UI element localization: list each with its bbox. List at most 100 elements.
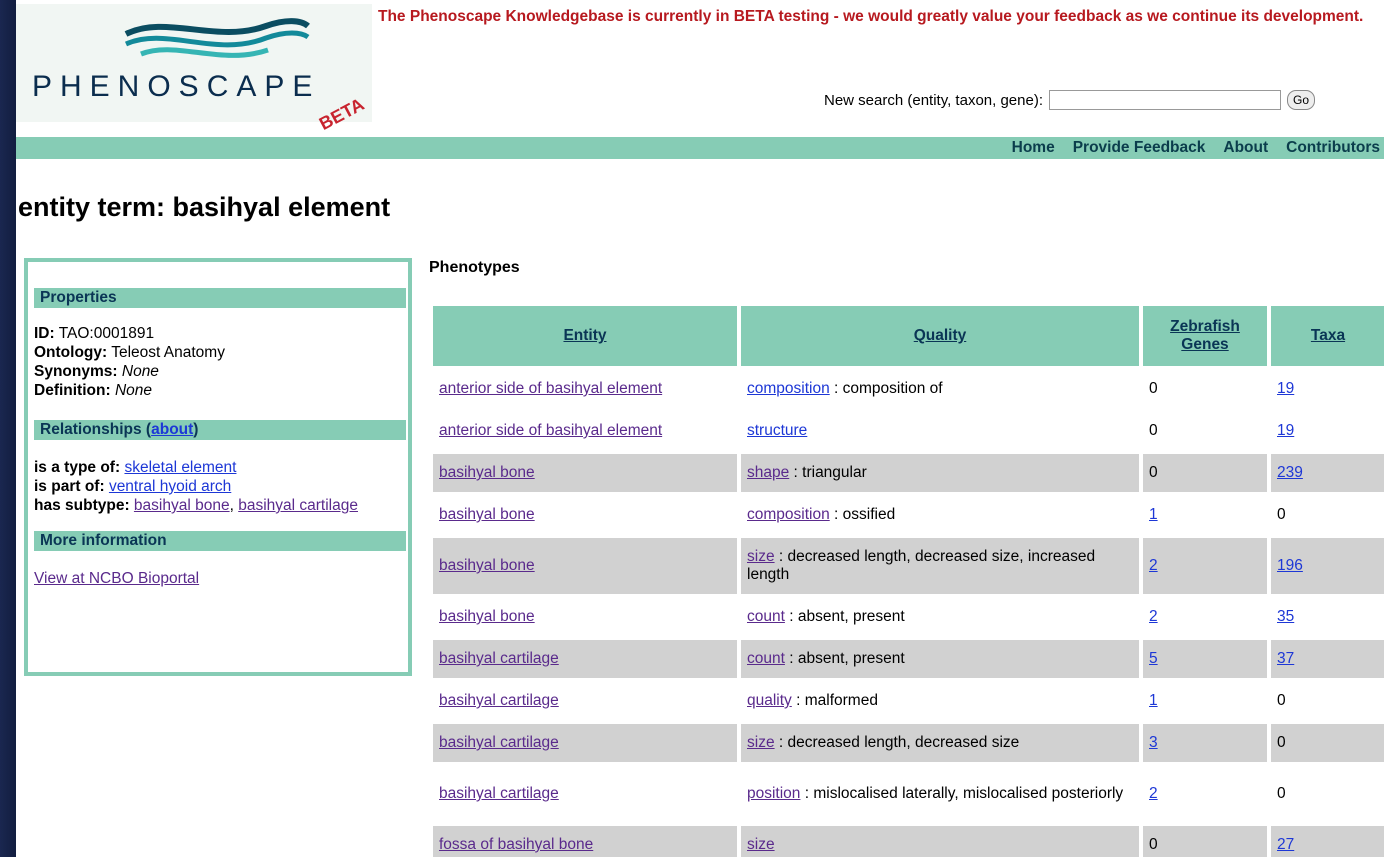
phenoscape-logo[interactable]: PHENOSCAPE BETA xyxy=(16,4,372,134)
basihyal-bone-link[interactable]: basihyal bone xyxy=(134,497,230,514)
table-row: basihyal cartilage quality : malformed 1 0 xyxy=(433,682,1384,720)
browser-page: PHENOSCAPE BETA The Phenoscape Knowledge… xyxy=(16,0,1384,857)
genes-count-link[interactable]: 1 xyxy=(1149,506,1158,523)
search-label: New search (entity, taxon, gene): xyxy=(824,91,1043,109)
genes-count: 0 xyxy=(1149,836,1158,853)
phenotypes-title: Phenotypes xyxy=(429,259,520,276)
search-input[interactable] xyxy=(1049,90,1281,110)
relationships-header: Relationships (about) xyxy=(34,420,406,440)
page-title: entity term: basihyal element xyxy=(18,192,391,222)
table-row: anterior side of basihyal element structu… xyxy=(433,412,1384,450)
taxa-count: 0 xyxy=(1277,506,1286,523)
entity-link[interactable]: basihyal bone xyxy=(439,557,535,574)
logo-wordmark: PHENOSCAPE xyxy=(32,70,321,103)
search-form: New search (entity, taxon, gene): Go xyxy=(824,90,1316,110)
skeletal-element-link[interactable]: skeletal element xyxy=(124,459,236,476)
quality-link[interactable]: composition xyxy=(747,380,830,397)
ncbo-bioportal-link[interactable]: View at NCBO Bioportal xyxy=(34,570,199,587)
quality-detail: : decreased length, decreased size xyxy=(774,734,1020,751)
quality-detail: : absent, present xyxy=(784,608,905,625)
entity-link[interactable]: basihyal bone xyxy=(439,464,535,481)
nav-contributors[interactable]: Contributors xyxy=(1286,137,1380,159)
quality-link[interactable]: size xyxy=(747,734,775,751)
table-row: basihyal cartilage size : decreased lengt… xyxy=(433,724,1384,762)
genes-count: 0 xyxy=(1149,464,1158,481)
quality-detail: : ossified xyxy=(829,506,896,523)
quality-link[interactable]: composition xyxy=(747,506,830,523)
taxa-count-link[interactable]: 196 xyxy=(1277,557,1303,574)
beta-banner: The Phenoscape Knowledgebase is currentl… xyxy=(378,8,1364,25)
table-row: fossa of basihyal bone size 0 27 xyxy=(433,826,1384,857)
quality-detail: : composition of xyxy=(829,380,943,397)
entity-link[interactable]: basihyal bone xyxy=(439,506,535,523)
taxa-count-link[interactable]: 35 xyxy=(1277,608,1294,625)
quality-detail: : absent, present xyxy=(784,650,905,667)
taxa-count-link[interactable]: 27 xyxy=(1277,836,1294,853)
entity-link[interactable]: anterior side of basihyal element xyxy=(439,422,662,439)
quality-link[interactable]: quality xyxy=(747,692,792,709)
sort-genes-header[interactable]: Zebrafish Genes xyxy=(1170,318,1240,353)
entity-link[interactable]: basihyal cartilage xyxy=(439,650,559,667)
table-row: basihyal bone composition : ossified 1 0 xyxy=(433,496,1384,534)
quality-detail: : decreased length, decreased size, incr… xyxy=(747,548,1096,583)
property-id: ID: TAO:0001891 xyxy=(34,325,155,342)
quality-link[interactable]: count xyxy=(747,650,785,667)
properties-header: Properties xyxy=(34,288,406,308)
quality-link[interactable]: position xyxy=(747,785,800,802)
basihyal-cartilage-link[interactable]: basihyal cartilage xyxy=(238,497,358,514)
sort-taxa-header[interactable]: Taxa xyxy=(1311,327,1345,344)
table-row: basihyal bone count : absent, present 2 35 xyxy=(433,598,1384,636)
taxa-count-link[interactable]: 37 xyxy=(1277,650,1294,667)
table-header-row: Entity Quality Zebrafish Genes Taxa xyxy=(433,306,1384,366)
property-ontology: Ontology: Teleost Anatomy xyxy=(34,344,225,361)
phenotypes-table: Entity Quality Zebrafish Genes Taxa ante… xyxy=(429,302,1384,857)
genes-count-link[interactable]: 2 xyxy=(1149,557,1158,574)
table-row: basihyal bone shape : triangular 0 239 xyxy=(433,454,1384,492)
sort-quality-header[interactable]: Quality xyxy=(914,327,967,344)
more-info-header: More information xyxy=(34,531,406,551)
genes-count: 0 xyxy=(1149,380,1158,397)
quality-link[interactable]: shape xyxy=(747,464,789,481)
taxa-count: 0 xyxy=(1277,692,1286,709)
nav-provide-feedback[interactable]: Provide Feedback xyxy=(1073,137,1206,159)
about-link[interactable]: about xyxy=(151,421,193,438)
genes-count: 0 xyxy=(1149,422,1158,439)
entity-link[interactable]: basihyal bone xyxy=(439,608,535,625)
genes-count-link[interactable]: 3 xyxy=(1149,734,1158,751)
rel-is-type: is a type of: skeletal element xyxy=(34,459,237,476)
taxa-count-link[interactable]: 19 xyxy=(1277,380,1294,397)
genes-count-link[interactable]: 2 xyxy=(1149,785,1158,802)
nav-about[interactable]: About xyxy=(1223,137,1268,159)
ventral-hyoid-arch-link[interactable]: ventral hyoid arch xyxy=(109,478,231,495)
rel-subtype: has subtype: basihyal bone, basihyal car… xyxy=(34,497,358,514)
table-row: basihyal cartilage position : mislocalise… xyxy=(433,766,1384,822)
entity-link[interactable]: fossa of basihyal bone xyxy=(439,836,593,853)
taxa-count-link[interactable]: 239 xyxy=(1277,464,1303,481)
entity-link[interactable]: basihyal cartilage xyxy=(439,785,559,802)
quality-link[interactable]: count xyxy=(747,608,785,625)
quality-link[interactable]: size xyxy=(747,836,775,853)
table-row: basihyal cartilage count : absent, presen… xyxy=(433,640,1384,678)
entity-link[interactable]: basihyal cartilage xyxy=(439,692,559,709)
table-row: anterior side of basihyal element composi… xyxy=(433,370,1384,408)
table-row: basihyal bone size : decreased length, de… xyxy=(433,538,1384,594)
genes-count-link[interactable]: 2 xyxy=(1149,608,1158,625)
genes-count-link[interactable]: 1 xyxy=(1149,692,1158,709)
quality-link[interactable]: size xyxy=(747,548,775,565)
property-definition: Definition: None xyxy=(34,382,152,399)
property-synonyms: Synonyms: None xyxy=(34,363,159,380)
entity-link[interactable]: anterior side of basihyal element xyxy=(439,380,662,397)
nav-bar: Home Provide Feedback About Contributors xyxy=(16,137,1384,159)
quality-detail: : mislocalised laterally, mislocalised p… xyxy=(800,785,1124,802)
go-button[interactable]: Go xyxy=(1287,90,1316,110)
sort-entity-header[interactable]: Entity xyxy=(563,327,606,344)
taxa-count: 0 xyxy=(1277,734,1286,751)
nav-home[interactable]: Home xyxy=(1012,137,1055,159)
entity-link[interactable]: basihyal cartilage xyxy=(439,734,559,751)
genes-count-link[interactable]: 5 xyxy=(1149,650,1158,667)
rel-part-of: is part of: ventral hyoid arch xyxy=(34,478,232,495)
wave-logo-icon xyxy=(124,18,310,58)
taxa-count-link[interactable]: 19 xyxy=(1277,422,1294,439)
quality-link[interactable]: structure xyxy=(747,422,807,439)
quality-detail: : malformed xyxy=(791,692,878,709)
